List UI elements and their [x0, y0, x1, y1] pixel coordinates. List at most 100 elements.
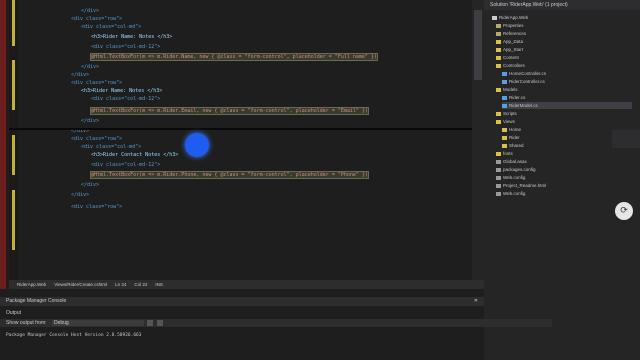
code-editor[interactable]: </div> <div class="row"> <div class="col-m…	[9, 0, 472, 280]
code-line[interactable]: </div>	[71, 72, 89, 78]
code-token: <h3>Rider Name: Notes </h3>	[91, 34, 173, 40]
code-line[interactable]: </div>	[71, 192, 89, 198]
folder-icon	[502, 143, 507, 148]
tree-item-label: App_Start	[503, 47, 524, 52]
folder-icon	[496, 31, 501, 36]
tree-item-label: Controllers	[503, 63, 525, 68]
code-line[interactable]: @Html.TextBoxFor(m => m.Rider.Name, new …	[90, 53, 378, 61]
console-toolbar: Show output from: Debug	[0, 319, 552, 327]
solution-tree-item[interactable]: Project_Readme.html	[496, 182, 632, 189]
code-line[interactable]: <div class="row">	[71, 204, 122, 210]
solution-tree-item[interactable]: packages.config	[496, 166, 632, 173]
solution-tree-item[interactable]: Global.asax	[496, 158, 632, 165]
solution-tree-item[interactable]: Controllers	[496, 62, 632, 69]
folder-icon	[496, 119, 501, 124]
tree-item-label: Shared	[509, 143, 524, 148]
code-token: <div class="row">	[71, 136, 123, 142]
code-line[interactable]: </div>	[81, 8, 99, 14]
solution-tree-item[interactable]: Web.config	[496, 190, 632, 197]
source-select[interactable]: Debug	[51, 319, 144, 326]
code-line[interactable]: <h3>Rider Contact Notes </h3>	[91, 152, 178, 158]
code-token: <div class="row">	[71, 204, 123, 210]
tree-item-label: RiderModel.cs	[509, 103, 538, 108]
solution-tree-item[interactable]: App_Start	[496, 46, 632, 53]
floating-action-icon[interactable]: ⟳	[615, 202, 633, 220]
change-indicator	[12, 0, 15, 46]
code-line[interactable]: @Html.TextBoxFor(m => m.Rider.Phone, new…	[90, 171, 369, 179]
tree-item-label: RiderApp.Web	[499, 15, 529, 20]
code-line[interactable]: <div class="col-md-12">	[91, 96, 160, 102]
tree-item-label: References	[503, 31, 527, 36]
code-token: </div>	[81, 118, 100, 124]
tree-item-label: App_Data	[503, 39, 524, 44]
tree-item-label: Properties	[503, 23, 524, 28]
close-icon[interactable]: ✕	[474, 297, 478, 306]
wrap-icon[interactable]	[156, 319, 163, 326]
code-token: <div class="col-md-12">	[91, 44, 161, 50]
code-line[interactable]: </div>	[81, 64, 99, 70]
tree-item-label: RiderController.cs	[509, 79, 545, 84]
solution-tree-item[interactable]: RiderApp.Web	[492, 14, 632, 21]
solution-explorer: Solution 'RiderApp.Web' (1 project) Ride…	[484, 0, 640, 360]
code-line[interactable]: <div class="col-md">	[81, 144, 141, 150]
solution-tree-item[interactable]: References	[496, 30, 632, 37]
folder-icon	[496, 63, 501, 68]
folder-icon	[496, 151, 501, 156]
code-line[interactable]: <div class="row">	[71, 136, 122, 142]
folder-icon	[496, 87, 501, 92]
code-line[interactable]: <div class="row">	[71, 80, 122, 86]
code-line[interactable]: @Html.TextBoxFor(m => m.Rider.Email, new…	[90, 107, 369, 115]
code-line[interactable]: </div>	[81, 182, 99, 188]
code-token: <div class="col-md">	[81, 144, 142, 150]
editor-scrollbar[interactable]	[472, 0, 484, 280]
tree-item-label: Models	[503, 87, 518, 92]
code-line[interactable]: <h3>Rider Name: Notes </h3>	[91, 34, 172, 40]
folder-icon	[496, 167, 501, 172]
code-text-area[interactable]: </div> <div class="row"> <div class="col-m…	[21, 0, 472, 280]
clear-icon[interactable]	[147, 319, 154, 326]
folder-icon	[502, 71, 507, 76]
split-divider[interactable]	[9, 128, 472, 130]
solution-tree-item[interactable]: Web.config	[496, 174, 632, 181]
folder-icon	[496, 159, 501, 164]
solution-tree-item[interactable]: RiderModel.cs	[502, 102, 632, 109]
solution-tree-item[interactable]: App_Data	[496, 38, 632, 45]
code-token: <div class="col-md">	[81, 24, 142, 30]
solution-tree-item[interactable]: HomeController.cs	[502, 70, 632, 77]
folder-icon	[492, 15, 497, 20]
code-line[interactable]: <div class="row">	[71, 16, 122, 22]
status-item: INS	[155, 282, 163, 287]
solution-tree-item[interactable]: Content	[496, 54, 632, 61]
folder-icon	[502, 103, 507, 108]
code-token: <div class="col-md-12">	[91, 96, 161, 102]
code-token: <div class="row">	[71, 16, 123, 22]
tree-item-label: Scripts	[503, 111, 517, 116]
solution-tree-item[interactable]: RiderController.cs	[502, 78, 632, 85]
click-cursor-indicator	[185, 133, 209, 157]
status-item: Views/Rider/Create.cshtml	[54, 282, 108, 287]
console-title: Package Manager Console	[6, 298, 67, 304]
solution-tree-item[interactable]: Models	[496, 86, 632, 93]
code-token: </div>	[71, 72, 90, 78]
solution-tree-item[interactable]: fonts	[496, 150, 632, 157]
status-item: RiderApp.Web	[17, 282, 47, 287]
tree-item-label: Global.asax	[503, 159, 527, 164]
solution-tree-item[interactable]: Scripts	[496, 110, 632, 117]
solution-tree-item[interactable]: Rider.cs	[502, 94, 632, 101]
solution-tree-item[interactable]: Properties	[496, 22, 632, 29]
tree-item-label: packages.config	[503, 167, 536, 172]
side-tab[interactable]	[612, 130, 640, 148]
folder-icon	[496, 39, 501, 44]
code-line[interactable]: <div class="col-md-12">	[91, 162, 160, 168]
code-line[interactable]: <div class="col-md">	[81, 24, 141, 30]
tree-item-label: Project_Readme.html	[503, 183, 547, 188]
tree-item-label: Home	[509, 127, 522, 132]
folder-icon	[496, 55, 501, 60]
scrollbar-thumb[interactable]	[474, 10, 482, 80]
tree-item-label: Web.config	[503, 191, 526, 196]
code-line[interactable]: <div class="col-md-12">	[91, 44, 160, 50]
code-line[interactable]: <h3>Rider Name: Notes </h3>	[81, 88, 162, 94]
code-line[interactable]: </div>	[81, 118, 99, 124]
solution-tree-item[interactable]: Views	[496, 118, 632, 125]
code-token: </div>	[71, 192, 90, 198]
